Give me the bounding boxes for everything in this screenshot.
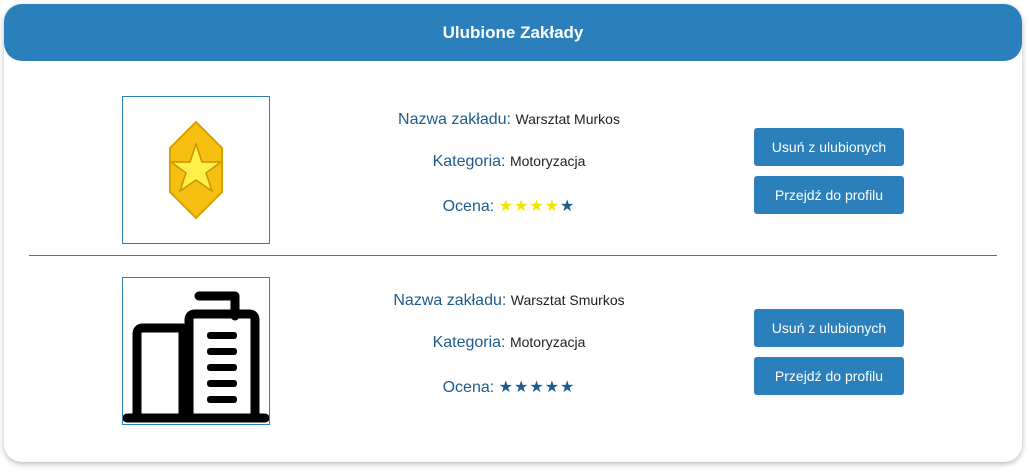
- row-divider: [29, 255, 997, 256]
- remove-favorite-button[interactable]: Usuń z ulubionych: [754, 128, 904, 166]
- star-empty-icon: ★: [529, 379, 545, 396]
- item-thumbnail: [122, 277, 270, 425]
- star-empty-icon: ★: [560, 198, 576, 215]
- rating-label: Ocena:: [442, 379, 495, 396]
- go-to-profile-button[interactable]: Przejdź do profilu: [754, 357, 904, 395]
- star-filled-icon: ★: [514, 198, 530, 215]
- category-line: Kategoria: Motoryzacja: [304, 153, 714, 171]
- name-value: Warsztat Murkos: [515, 111, 620, 127]
- page-title: Ulubione Zakłady: [442, 22, 584, 42]
- name-label: Nazwa zakładu:: [393, 292, 507, 309]
- rating-stars: ★★★★★: [499, 198, 576, 215]
- go-to-profile-button[interactable]: Przejdź do profilu: [754, 176, 904, 214]
- category-line: Kategoria: Motoryzacja: [304, 334, 714, 352]
- star-empty-icon: ★: [544, 379, 561, 396]
- rating-line: Ocena: ★★★★★: [304, 196, 714, 216]
- rating-label: Ocena:: [442, 198, 495, 215]
- favorites-card: Ulubione Zakłady Nazwa zakładu: Warsztat…: [4, 4, 1022, 462]
- name-value: Warsztat Smurkos: [510, 292, 625, 308]
- category-label: Kategoria:: [432, 334, 506, 351]
- building-icon: [123, 291, 269, 423]
- category-value: Motoryzacja: [509, 153, 586, 169]
- star-filled-icon: ★: [498, 198, 514, 215]
- category-label: Kategoria:: [432, 153, 506, 170]
- gold-star-badge-icon: [168, 120, 224, 220]
- item-info: Nazwa zakładu: Warsztat Smurkos Kategori…: [304, 277, 714, 427]
- name-line: Nazwa zakładu: Warsztat Murkos: [304, 111, 714, 129]
- star-empty-icon: ★: [498, 379, 514, 396]
- category-value: Motoryzacja: [509, 334, 586, 350]
- item-thumbnail: [122, 96, 270, 244]
- rating-stars: ★★★★★: [499, 379, 576, 396]
- favorite-item: Nazwa zakładu: Warsztat Smurkos Kategori…: [4, 277, 1022, 427]
- rating-line: Ocena: ★★★★★: [304, 377, 714, 397]
- star-filled-icon: ★: [544, 198, 561, 215]
- name-label: Nazwa zakładu:: [398, 111, 511, 128]
- favorite-item: Nazwa zakładu: Warsztat Murkos Kategoria…: [4, 96, 1022, 246]
- star-empty-icon: ★: [560, 379, 576, 396]
- card-header: Ulubione Zakłady: [4, 4, 1022, 61]
- name-line: Nazwa zakładu: Warsztat Smurkos: [304, 292, 714, 310]
- star-filled-icon: ★: [529, 198, 545, 215]
- remove-favorite-button[interactable]: Usuń z ulubionych: [754, 309, 904, 347]
- item-info: Nazwa zakładu: Warsztat Murkos Kategoria…: [304, 96, 714, 246]
- star-empty-icon: ★: [514, 379, 530, 396]
